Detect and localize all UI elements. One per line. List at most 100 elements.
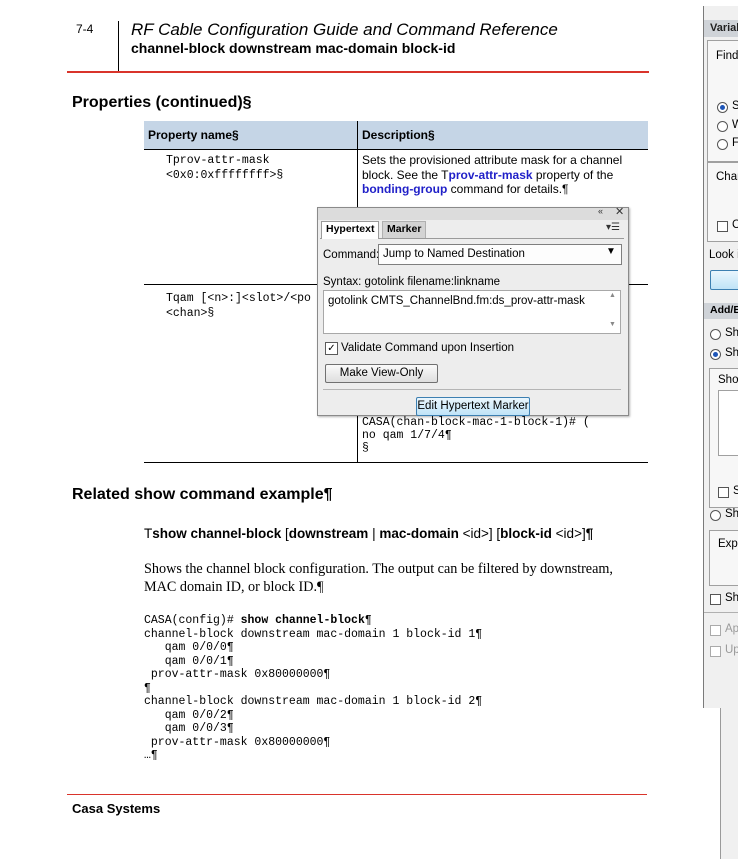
collapse-icon[interactable]: « (598, 206, 603, 216)
property-value-range: <0x0:0xffffffff>§ (166, 169, 284, 182)
cli-prompt: CASA(config)# (144, 614, 241, 627)
validate-label: Validate Command upon Insertion (341, 342, 515, 354)
validate-checkbox[interactable]: ✓ (325, 342, 338, 355)
command-text-field[interactable]: gotolink CMTS_ChannelBnd.fm:ds_prov-attr… (323, 290, 621, 334)
syntax-keyword: block-id (500, 526, 552, 541)
add-edit-header: Add/E (704, 303, 738, 319)
radio-show-3-label: Sho (725, 508, 738, 520)
checkbox-apply[interactable] (710, 625, 721, 636)
property-name-line: prov-attr-mask (172, 154, 270, 167)
cli-line: § (362, 442, 369, 455)
radio-s-label: S (732, 100, 738, 112)
property-name-line: qam [<n>:]<slot>/<po (172, 292, 311, 305)
chan-label: Chan (716, 171, 738, 183)
radio-w[interactable] (717, 121, 728, 132)
scroll-down-icon[interactable]: ▼ (609, 321, 616, 328)
checkbox-update[interactable] (710, 646, 721, 657)
radio-w-label: W (732, 119, 738, 131)
look-in-button[interactable] (710, 270, 738, 290)
find-label: Find (716, 50, 738, 62)
panel-divider (704, 612, 738, 613)
cli-line: no qam 1/7/4¶ (362, 429, 452, 442)
syntax-end: ¶ (585, 526, 594, 541)
properties-heading: Properties (continued)§ (72, 94, 252, 111)
tab-hypertext[interactable]: Hypertext (321, 221, 380, 239)
syntax-keyword: downstream (288, 526, 369, 541)
radio-f-label: F (732, 137, 738, 149)
show-list[interactable] (718, 390, 738, 456)
footer-company: Casa Systems (72, 801, 161, 816)
chevron-down-icon: ▼ (606, 246, 616, 257)
checkbox-c[interactable] (717, 221, 728, 232)
radio-show-1[interactable] (710, 329, 721, 340)
property-name-line: <chan>§ (166, 307, 215, 320)
tab-marker[interactable]: Marker (382, 221, 427, 239)
header-divider (118, 21, 119, 71)
command-label: Command: (323, 249, 380, 261)
radio-show-2-label: Sho (725, 347, 738, 359)
checkbox-s[interactable] (718, 487, 729, 498)
expr-label: Expr (718, 538, 738, 550)
document-scrollbar[interactable] (720, 708, 738, 859)
command-text-value: gotolink CMTS_ChannelBnd.fm:ds_prov-attr… (328, 295, 585, 307)
command-dropdown[interactable]: Jump to Named Destination ▼ (378, 244, 622, 265)
radio-f[interactable] (717, 139, 728, 150)
page-number: 7-4 (76, 22, 94, 36)
panel-titlebar[interactable]: Variab (704, 20, 738, 37)
radio-show-2[interactable] (710, 349, 721, 360)
table-header-row: Property name§ Description§ (144, 121, 648, 150)
marker-symbol: T (166, 292, 173, 305)
checkbox-show-4[interactable] (710, 594, 721, 605)
dialog-divider (323, 389, 621, 390)
checkbox-s-label: S (733, 485, 738, 497)
property-name-qam[interactable]: Tqam [<n>:]<slot>/<po <chan>§ (166, 291, 311, 321)
marker-symbol: T (441, 167, 449, 182)
description-text: property of the (532, 167, 614, 182)
radio-s[interactable] (717, 102, 728, 113)
document-title: RF Cable Configuration Guide and Command… (131, 20, 558, 39)
property-name-prov-attr-mask[interactable]: Tprov-attr-mask <0x0:0xffffffff>§ (166, 153, 283, 183)
syntax-command: show channel-block (152, 526, 282, 541)
syntax-keyword: mac-domain (379, 526, 459, 541)
make-view-only-button[interactable]: Make View-Only (325, 364, 438, 383)
related-heading: Related show command example¶ (72, 486, 333, 503)
marker-symbol: T (144, 526, 153, 541)
column-header-description: Description§ (362, 128, 435, 142)
checkbox-show-4-label: Sho (725, 592, 738, 604)
scroll-up-icon[interactable]: ▲ (609, 292, 616, 299)
dialog-body: Command: Jump to Named Destination ▼ Syn… (320, 238, 624, 416)
cli-example: CASA(chan-block-mac-1-block-1)# ( no qam… (362, 416, 590, 455)
checkbox-update-label: Up (725, 644, 738, 656)
cli-line: CASA(chan-block-mac-1-block-1)# ( (362, 416, 590, 429)
add-edit-title: Add/E (710, 304, 738, 316)
syntax-text: [ (281, 526, 289, 541)
description-text: command for details.¶ (447, 182, 569, 196)
column-header-property-name: Property name§ (148, 128, 239, 142)
variables-panel: Variab Find S W F Chan C Look i Add/E Sh… (703, 6, 738, 708)
syntax-hint: Syntax: gotolink filename:linkname (323, 276, 501, 288)
bonding-group-link[interactable]: bonding-group (362, 182, 447, 196)
edit-hypertext-marker-button[interactable]: Edit Hypertext Marker (416, 397, 530, 416)
marker-symbol: T (166, 154, 173, 167)
prov-attr-mask-link[interactable]: prov-attr-mask (449, 168, 533, 182)
panel-title: Variab (710, 22, 738, 34)
cli-output: channel-block downstream mac-domain 1 bl… (144, 627, 483, 763)
cli-command: show channel-block (240, 614, 365, 627)
cli-line-end: ¶ (364, 614, 372, 627)
cli-output-block: CASA(config)# show channel-block¶ channe… (144, 614, 482, 763)
checkbox-apply-label: App (725, 623, 738, 635)
hypertext-dialog: « ✕ Hypertext Marker ▾☰ Command: Jump to… (317, 205, 629, 416)
radio-show-3[interactable] (710, 510, 721, 521)
section-title: channel-block downstream mac-domain bloc… (131, 40, 456, 56)
checkbox-c-label: C (732, 219, 738, 231)
property-description: Sets the provisioned attribute mask for … (362, 153, 646, 197)
close-icon[interactable]: ✕ (615, 205, 624, 218)
show-label: Show (718, 374, 738, 386)
footer-rule (67, 794, 647, 795)
command-dropdown-value: Jump to Named Destination (383, 248, 525, 260)
dialog-titlebar[interactable]: « ✕ (318, 205, 628, 220)
header-rule (67, 71, 649, 73)
panel-menu-icon[interactable]: ▾☰ (606, 222, 620, 233)
syntax-text: <id>] (551, 526, 586, 541)
description-paragraph: Shows the channel block configuration. T… (144, 561, 613, 595)
